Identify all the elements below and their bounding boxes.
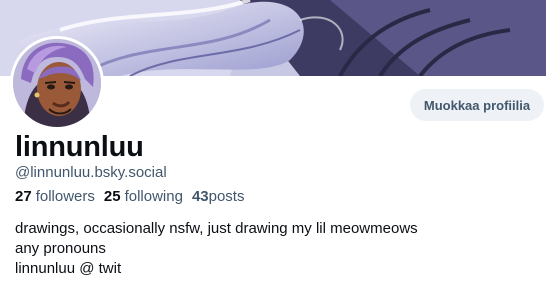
following-count: 25 [103, 188, 121, 205]
posts-label: posts [208, 188, 245, 205]
bio-line: drawings, occasionally nsfw, just drawin… [15, 220, 418, 237]
profile-stats: 27 followers 25 following 43posts [15, 188, 244, 205]
avatar[interactable] [10, 36, 104, 130]
avatar-image [13, 39, 101, 127]
followers-link[interactable]: 27 followers [15, 188, 95, 205]
following-label: following [124, 188, 183, 205]
bio-line: any pronouns [15, 240, 106, 257]
profile-handle: @linnunluu.bsky.social [15, 164, 167, 181]
followers-label: followers [35, 188, 95, 205]
followers-count: 27 [15, 188, 32, 205]
display-name: linnunluu [15, 131, 144, 163]
following-link[interactable]: 25 following [104, 188, 183, 205]
posts-stat: 43posts [192, 188, 245, 205]
bio-line: linnunluu @ twit [15, 260, 122, 277]
edit-profile-button[interactable]: Muokkaa profiilia [410, 89, 544, 121]
posts-count: 43 [191, 188, 209, 205]
profile-bio: drawings, occasionally nsfw, just drawin… [15, 219, 418, 279]
